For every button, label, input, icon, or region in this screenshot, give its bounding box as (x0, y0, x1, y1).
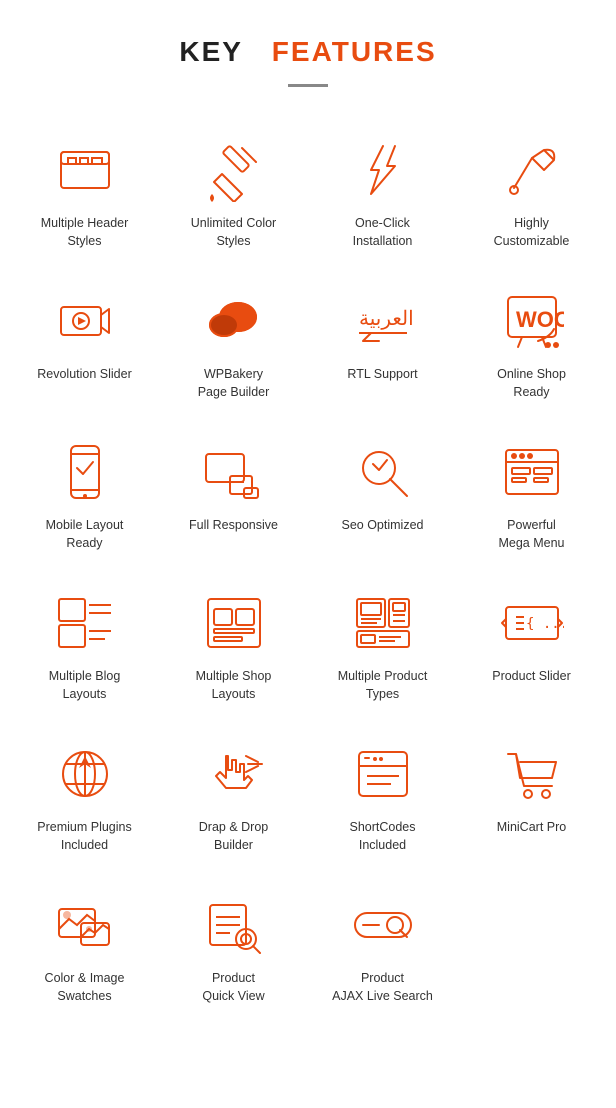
premium-plugins-icon (45, 739, 125, 809)
mobile-layout-ready-icon (45, 437, 125, 507)
multiple-shop-layouts-icon (194, 588, 274, 658)
feature-product-ajax-search: ProductAJAX Live Search (308, 872, 457, 1023)
color-image-swatches-icon (45, 890, 125, 960)
powerful-mega-menu-icon (492, 437, 572, 507)
feature-rtl-support: العربية RTL Support (308, 268, 457, 419)
powerful-mega-menu-label: PowerfulMega Menu (498, 517, 564, 552)
product-quick-view-label: ProductQuick View (202, 970, 264, 1005)
mobile-layout-ready-label: Mobile LayoutReady (46, 517, 124, 552)
feature-multiple-blog-layouts: Multiple BlogLayouts (10, 570, 159, 721)
rtl-support-icon: العربية (343, 286, 423, 356)
drag-drop-icon (194, 739, 274, 809)
feature-one-click-installation: One-ClickInstallation (308, 117, 457, 268)
feature-seo-optimized: Seo Optimized (308, 419, 457, 570)
seo-optimized-label: Seo Optimized (342, 517, 424, 535)
highly-customizable-label: HighlyCustomizable (494, 215, 570, 250)
multiple-header-styles-icon (45, 135, 125, 205)
feature-multiple-shop-layouts: Multiple ShopLayouts (159, 570, 308, 721)
feature-online-shop-ready: WOO Online ShopReady (457, 268, 606, 419)
highly-customizable-icon (492, 135, 572, 205)
product-slider-label: Product Slider (492, 668, 571, 686)
feature-empty (457, 872, 606, 1023)
multiple-blog-layouts-icon (45, 588, 125, 658)
seo-optimized-icon (343, 437, 423, 507)
feature-minicart-pro: MiniCart Pro (457, 721, 606, 872)
feature-wpbakery: WPBakeryPage Builder (159, 268, 308, 419)
multiple-product-types-icon (343, 588, 423, 658)
one-click-installation-label: One-ClickInstallation (353, 215, 413, 250)
svg-text:WOO: WOO (516, 307, 564, 332)
premium-plugins-label: Premium PluginsIncluded (37, 819, 131, 854)
product-ajax-search-icon (343, 890, 423, 960)
features-grid: Multiple HeaderStyles Unlimited ColorSty… (0, 107, 616, 1033)
minicart-pro-icon (492, 739, 572, 809)
feature-mobile-layout-ready: Mobile LayoutReady (10, 419, 159, 570)
revolution-slider-label: Revolution Slider (37, 366, 132, 384)
multiple-product-types-label: Multiple ProductTypes (338, 668, 428, 703)
feature-revolution-slider: Revolution Slider (10, 268, 159, 419)
feature-multiple-product-types: Multiple ProductTypes (308, 570, 457, 721)
feature-unlimited-color-styles: Unlimited ColorStyles (159, 117, 308, 268)
svg-text:العربية: العربية (359, 308, 414, 330)
feature-powerful-mega-menu: PowerfulMega Menu (457, 419, 606, 570)
shortcodes-label: ShortCodesIncluded (349, 819, 415, 854)
revolution-slider-icon (45, 286, 125, 356)
drag-drop-label: Drap & DropBuilder (199, 819, 268, 854)
feature-product-quick-view: ProductQuick View (159, 872, 308, 1023)
one-click-installation-icon (343, 135, 423, 205)
unlimited-color-styles-icon (194, 135, 274, 205)
unlimited-color-styles-label: Unlimited ColorStyles (191, 215, 276, 250)
feature-shortcodes: ShortCodesIncluded (308, 721, 457, 872)
online-shop-ready-label: Online ShopReady (497, 366, 566, 401)
multiple-shop-layouts-label: Multiple ShopLayouts (196, 668, 272, 703)
feature-product-slider: { ... } Product Slider (457, 570, 606, 721)
full-responsive-label: Full Responsive (189, 517, 278, 535)
feature-full-responsive: Full Responsive (159, 419, 308, 570)
feature-color-image-swatches: Color & ImageSwatches (10, 872, 159, 1023)
wpbakery-icon (194, 286, 274, 356)
rtl-support-label: RTL Support (347, 366, 417, 384)
product-slider-icon: { ... } (492, 588, 572, 658)
wpbakery-label: WPBakeryPage Builder (198, 366, 270, 401)
product-ajax-search-label: ProductAJAX Live Search (332, 970, 433, 1005)
feature-highly-customizable: HighlyCustomizable (457, 117, 606, 268)
shortcodes-icon (343, 739, 423, 809)
feature-premium-plugins: Premium PluginsIncluded (10, 721, 159, 872)
multiple-blog-layouts-label: Multiple BlogLayouts (49, 668, 121, 703)
multiple-header-styles-label: Multiple HeaderStyles (41, 215, 129, 250)
minicart-pro-label: MiniCart Pro (497, 819, 566, 837)
full-responsive-icon (194, 437, 274, 507)
page-title: KEY FEATURES (0, 0, 616, 78)
product-quick-view-icon (194, 890, 274, 960)
online-shop-ready-icon: WOO (492, 286, 572, 356)
feature-drag-drop: Drap & DropBuilder (159, 721, 308, 872)
page-wrapper: KEY FEATURES Multiple HeaderStyles (0, 0, 616, 1033)
color-image-swatches-label: Color & ImageSwatches (45, 970, 125, 1005)
feature-multiple-header-styles: Multiple HeaderStyles (10, 117, 159, 268)
title-underline (288, 84, 328, 87)
